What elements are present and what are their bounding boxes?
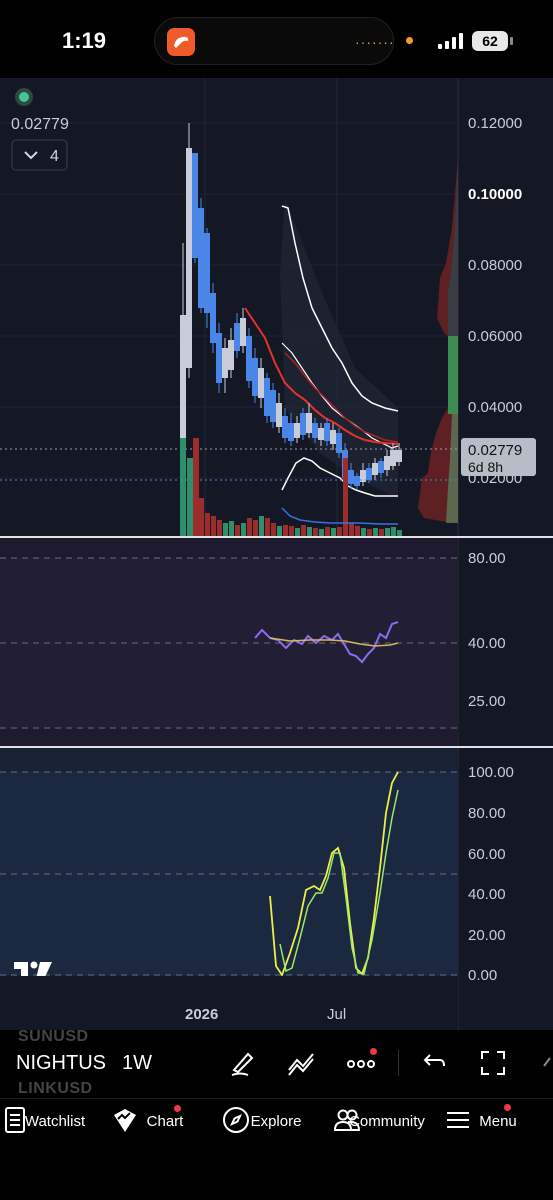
time-axis[interactable] [0, 976, 458, 1030]
fullscreen-icon[interactable] [478, 1048, 508, 1078]
volume-profile [418, 158, 458, 523]
battery-indicator: 62 [472, 31, 508, 51]
price-axis-label: 0.04000 [468, 399, 522, 416]
menu-badge-dot [504, 1104, 511, 1111]
pane-separator[interactable] [0, 536, 553, 538]
menu-icon [447, 1112, 469, 1128]
activity-dots-icon: ······· [355, 34, 395, 50]
time-axis-label: Jul [327, 1006, 346, 1023]
status-time: 1:19 [62, 28, 107, 53]
volume-ma-line [281, 507, 398, 525]
rsi-axis-label: 25.00 [468, 693, 506, 710]
stoch-axis-label: 40.00 [468, 886, 506, 903]
chart-svg[interactable]: 0.12000 0.10000 0.08000 0.06000 0.04000 … [0, 78, 553, 1030]
chart-toolbar: SUNUSD LINKUSD NIGHTUS 1W [0, 1028, 553, 1098]
ghost-symbol: SUNUSD [18, 1028, 89, 1045]
status-dot-inner-icon [19, 92, 29, 102]
indicator-count: 4 [50, 148, 59, 165]
stoch-axis-label: 60.00 [468, 846, 506, 863]
indicators-icon[interactable] [286, 1048, 316, 1078]
tab-bar: Watchlist Chart Explore Community Menu [0, 1098, 553, 1200]
time-axis-label: 2026 [185, 1006, 218, 1023]
price-axis-label: 0.06000 [468, 328, 522, 345]
compass-icon [223, 1107, 249, 1133]
dynamic-island[interactable]: ······· [154, 17, 394, 65]
stoch-axis-label: 0.00 [468, 967, 497, 984]
chart-badge-dot [174, 1105, 181, 1112]
rsi-axis-label: 80.00 [468, 550, 506, 567]
cellular-signal-icon [438, 33, 463, 49]
undo-icon[interactable] [418, 1048, 448, 1078]
app-activity-icon [167, 28, 195, 56]
tab-menu[interactable]: Menu [443, 1104, 553, 1175]
tab-community[interactable]: Community [332, 1105, 442, 1175]
countdown-tag: 6d 8h [468, 459, 503, 475]
rsi-axis-label: 40.00 [468, 635, 506, 652]
stoch-axis-label: 80.00 [468, 805, 506, 822]
draw-pen-icon[interactable] [228, 1048, 258, 1078]
price-axis-label: 0.12000 [468, 115, 522, 132]
chart-area[interactable]: 0.12000 0.10000 0.08000 0.06000 0.04000 … [0, 78, 553, 1030]
last-price-tag: 0.02779 [468, 442, 522, 459]
chart-icon [114, 1109, 136, 1132]
pane-separator[interactable] [0, 746, 553, 748]
symbol-button[interactable]: NIGHTUS [16, 1052, 106, 1075]
toolbar-divider [398, 1050, 399, 1076]
tab-explore[interactable]: Explore [221, 1105, 331, 1175]
stoch-axis-label: 20.00 [468, 927, 506, 944]
interval-button[interactable]: 1W [122, 1052, 152, 1075]
last-price-legend: 0.02779 [11, 116, 69, 133]
price-axis-label: 0.08000 [468, 257, 522, 274]
watchlist-icon [5, 1107, 25, 1133]
privacy-indicator-icon [406, 37, 413, 44]
community-icon [333, 1109, 361, 1131]
overflow-chevron-icon[interactable] [538, 1048, 553, 1078]
battery-cap-icon [510, 37, 513, 45]
more-badge-dot [370, 1048, 377, 1055]
status-bar: 1:19 ······· 62 [0, 0, 553, 78]
price-axis: 0.12000 0.10000 0.08000 0.06000 0.04000 … [468, 115, 522, 487]
tab-chart[interactable]: Chart [110, 1105, 220, 1175]
stoch-axis-label: 100.00 [468, 764, 514, 781]
rsi-axis: 80.00 40.00 25.00 [468, 550, 506, 710]
price-axis-label: 0.10000 [468, 186, 522, 203]
stoch-axis: 100.00 80.00 60.00 40.00 20.00 0.00 [468, 764, 514, 984]
tab-watchlist[interactable]: Watchlist [0, 1105, 110, 1175]
ghost-symbol: LINKUSD [18, 1080, 93, 1097]
